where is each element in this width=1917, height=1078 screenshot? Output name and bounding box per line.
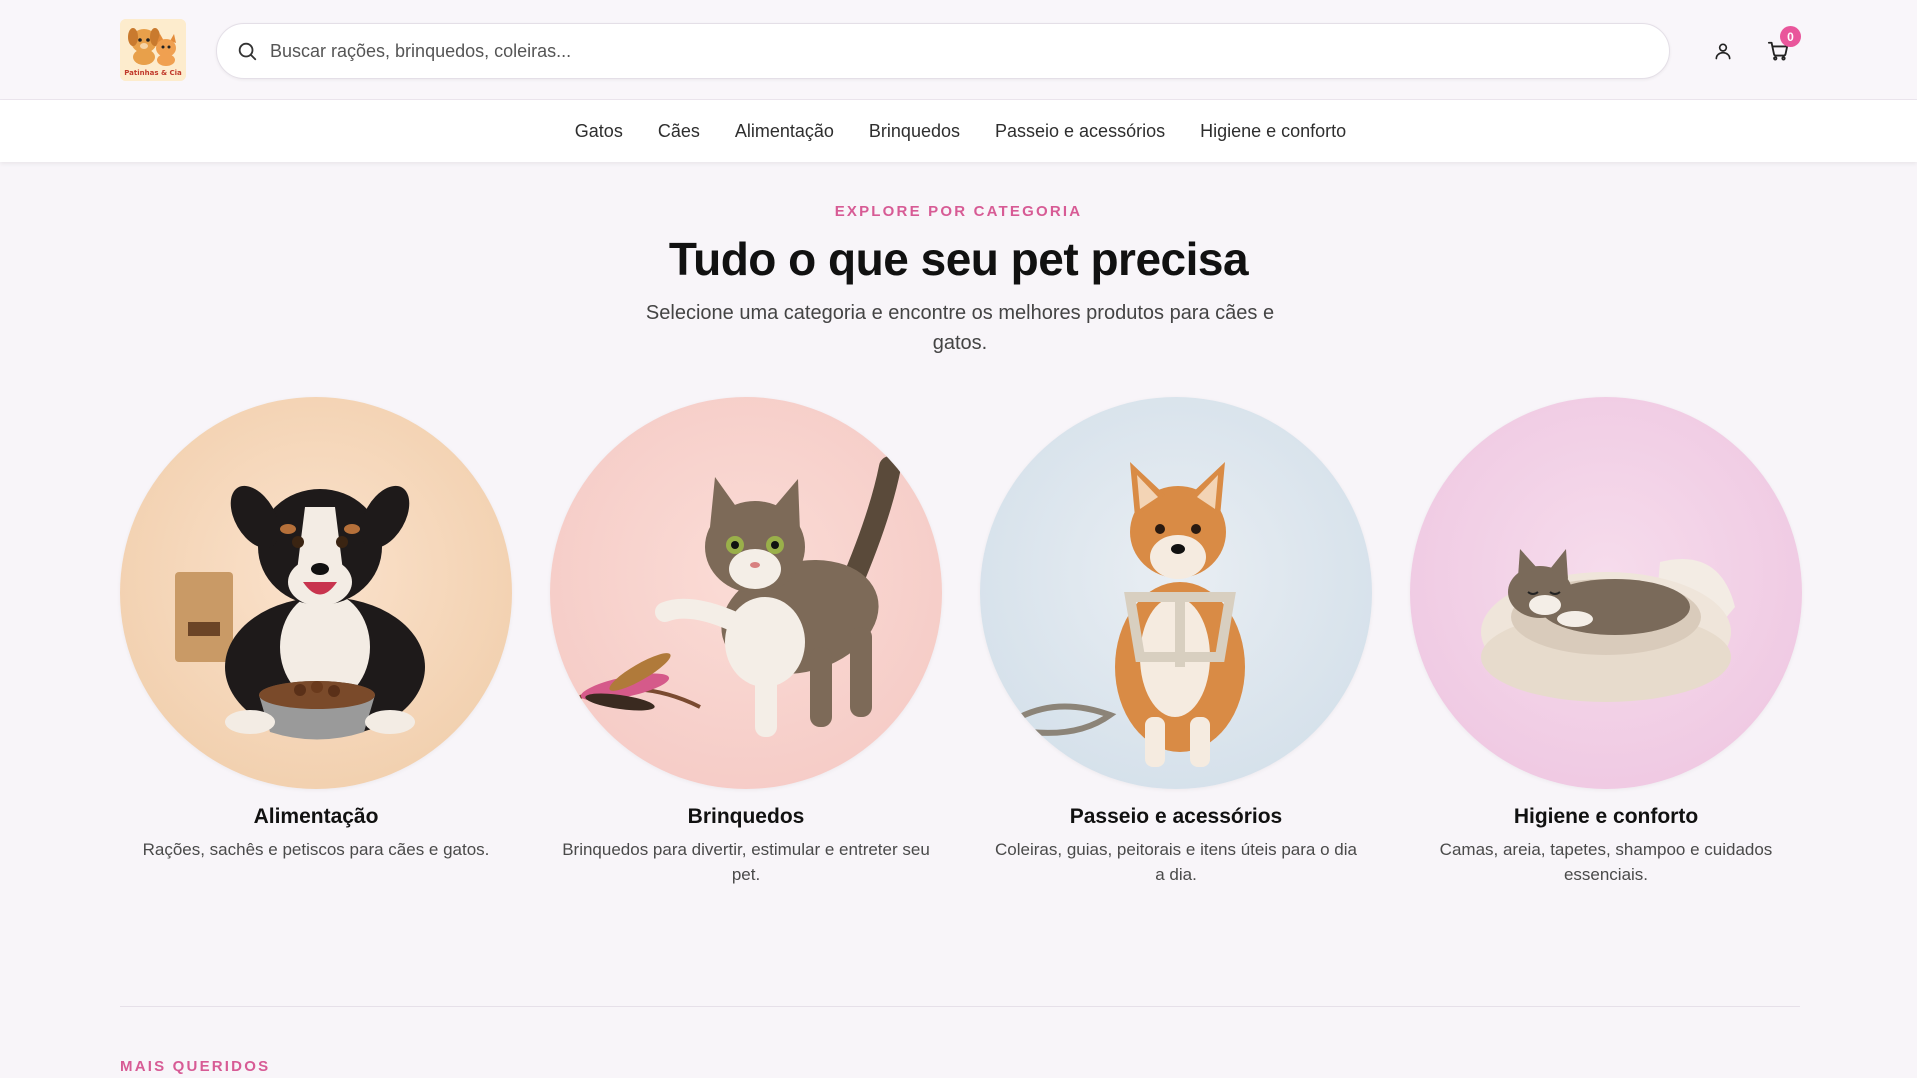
dog-with-food-icon bbox=[120, 397, 512, 789]
category-title[interactable]: Passeio e acessórios bbox=[980, 805, 1372, 829]
section-divider bbox=[120, 1006, 1800, 1007]
nav-item-caes[interactable]: Cães bbox=[658, 121, 700, 142]
site-logo[interactable]: Patinhas & Cia bbox=[120, 19, 186, 81]
user-icon bbox=[1715, 43, 1731, 60]
logo-pets-icon: Patinhas & Cia bbox=[120, 19, 186, 81]
category-image-brinquedos[interactable] bbox=[550, 397, 942, 789]
site-header: Patinhas & Cia 0 bbox=[0, 0, 1917, 100]
account-button[interactable] bbox=[1710, 38, 1736, 64]
category-card-higiene[interactable]: Higiene e conforto Camas, areia, tapetes… bbox=[1410, 397, 1802, 887]
search-bar[interactable] bbox=[216, 23, 1670, 79]
category-card-passeio[interactable]: Passeio e acessórios Coleiras, guias, pe… bbox=[980, 397, 1372, 887]
logo-text: Patinhas & Cia bbox=[124, 69, 182, 77]
nav-item-alimentacao[interactable]: Alimentação bbox=[735, 121, 834, 142]
section-subtitle: Selecione uma categoria e encontre os me… bbox=[645, 302, 1275, 354]
category-nav: Gatos Cães Alimentação Brinquedos Passei… bbox=[0, 100, 1917, 162]
dog-with-harness-icon bbox=[980, 397, 1372, 789]
category-image-alimentacao[interactable] bbox=[120, 397, 512, 789]
category-description: Brinquedos para divertir, estimular e en… bbox=[562, 840, 930, 884]
cat-in-bed-icon bbox=[1410, 397, 1802, 789]
category-description: Coleiras, guias, peitorais e itens úteis… bbox=[995, 840, 1357, 884]
cart-count-badge: 0 bbox=[1780, 26, 1801, 47]
nav-item-higiene[interactable]: Higiene e conforto bbox=[1200, 121, 1346, 142]
category-title[interactable]: Higiene e conforto bbox=[1410, 805, 1802, 829]
category-description: Rações, sachês e petiscos para cães e ga… bbox=[142, 840, 490, 859]
category-description: Camas, areia, tapetes, shampoo e cuidado… bbox=[1439, 840, 1773, 884]
category-card-brinquedos[interactable]: Brinquedos Brinquedos para divertir, est… bbox=[550, 397, 942, 887]
next-section-eyebrow: MAIS QUERIDOS bbox=[120, 1058, 271, 1075]
nav-item-passeio[interactable]: Passeio e acessórios bbox=[995, 121, 1165, 142]
category-image-higiene[interactable] bbox=[1410, 397, 1802, 789]
search-icon bbox=[236, 40, 258, 62]
cat-playing-icon bbox=[550, 397, 942, 789]
category-title[interactable]: Alimentação bbox=[120, 805, 512, 829]
nav-item-gatos[interactable]: Gatos bbox=[575, 121, 623, 142]
nav-item-brinquedos[interactable]: Brinquedos bbox=[869, 121, 960, 142]
category-title[interactable]: Brinquedos bbox=[550, 805, 942, 829]
search-input[interactable] bbox=[270, 40, 1620, 62]
category-card-alimentacao[interactable]: Alimentação Rações, sachês e petiscos pa… bbox=[120, 397, 512, 862]
section-eyebrow: EXPLORE POR CATEGORIA bbox=[834, 203, 1083, 220]
category-image-passeio[interactable] bbox=[980, 397, 1372, 789]
section-title: Tudo o que seu pet precisa bbox=[668, 233, 1249, 285]
